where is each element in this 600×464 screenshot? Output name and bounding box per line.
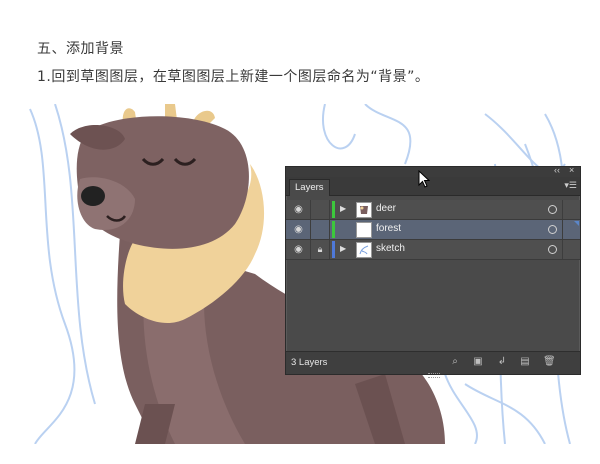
target-circle-icon[interactable]	[548, 245, 557, 254]
layer-row-forest[interactable]: ◉ forest	[286, 220, 580, 240]
layer-row-sketch[interactable]: ◉ 🔒︎ ▶ sketch	[286, 240, 580, 260]
layers-list: ◉ ▶ deer ◉ forest ◉ 🔒︎ ▶ sketch	[286, 200, 580, 260]
double-chevron-left-icon[interactable]: ‹‹	[554, 165, 560, 175]
selection-indicator-icon	[574, 221, 579, 226]
resize-grip[interactable]	[428, 373, 440, 378]
expand-arrow-icon[interactable]: ▶	[340, 244, 346, 253]
column-divider	[562, 200, 563, 219]
layers-panel: ‹‹ × Layers ▾☰ ◉ ▶ deer ◉ forest ◉ 🔒︎ ▶ …	[285, 165, 581, 378]
mouse-cursor-icon	[418, 170, 430, 188]
close-icon[interactable]: ×	[569, 165, 574, 175]
column-divider	[562, 220, 563, 239]
create-sublayer-icon[interactable]: ↲	[496, 356, 508, 368]
column-divider	[562, 240, 563, 259]
expand-arrow-icon[interactable]: ▶	[340, 204, 346, 213]
make-clipping-mask-icon[interactable]: ▣	[472, 356, 484, 368]
tab-layers[interactable]: Layers	[289, 179, 330, 196]
panel-footer: 3 Layers ⌕ ▣ ↲ ▤ 🗑︎	[286, 351, 580, 374]
panel-menu-icon[interactable]: ▾☰	[564, 180, 577, 191]
eye-icon[interactable]: ◉	[293, 204, 304, 215]
layer-color-swatch	[332, 201, 335, 218]
lock-icon[interactable]: 🔒︎	[315, 244, 325, 255]
eye-icon[interactable]: ◉	[293, 244, 304, 255]
layer-color-swatch	[332, 221, 335, 238]
panel-titlebar[interactable]: ‹‹ ×	[286, 165, 580, 177]
column-divider	[310, 200, 311, 219]
layer-name[interactable]: forest	[376, 223, 401, 234]
blank-thumbnail	[356, 222, 372, 238]
column-divider	[329, 220, 330, 239]
layer-row-deer[interactable]: ◉ ▶ deer	[286, 200, 580, 220]
instruction-text: 1.回到草图图层，在草图图层上新建一个图层命名为“背景”。	[37, 69, 430, 85]
delete-icon[interactable]: 🗑︎	[543, 356, 556, 368]
layer-count: 3 Layers	[291, 357, 328, 368]
new-layer-icon[interactable]: ▤	[519, 356, 531, 368]
column-divider	[329, 200, 330, 219]
eye-icon[interactable]: ◉	[293, 224, 304, 235]
column-divider	[329, 240, 330, 259]
locate-object-icon[interactable]: ⌕	[449, 356, 461, 368]
panel-tabrow: Layers ▾☰	[286, 177, 580, 196]
deer-thumbnail	[356, 202, 372, 218]
layer-name[interactable]: deer	[376, 203, 396, 214]
target-circle-icon[interactable]	[548, 205, 557, 214]
section-heading: 五、添加背景	[37, 41, 124, 57]
sketch-thumbnail	[356, 242, 372, 258]
layer-color-swatch	[332, 241, 335, 258]
layer-name[interactable]: sketch	[376, 243, 405, 254]
column-divider	[310, 240, 311, 259]
column-divider	[310, 220, 311, 239]
target-circle-icon[interactable]	[548, 225, 557, 234]
